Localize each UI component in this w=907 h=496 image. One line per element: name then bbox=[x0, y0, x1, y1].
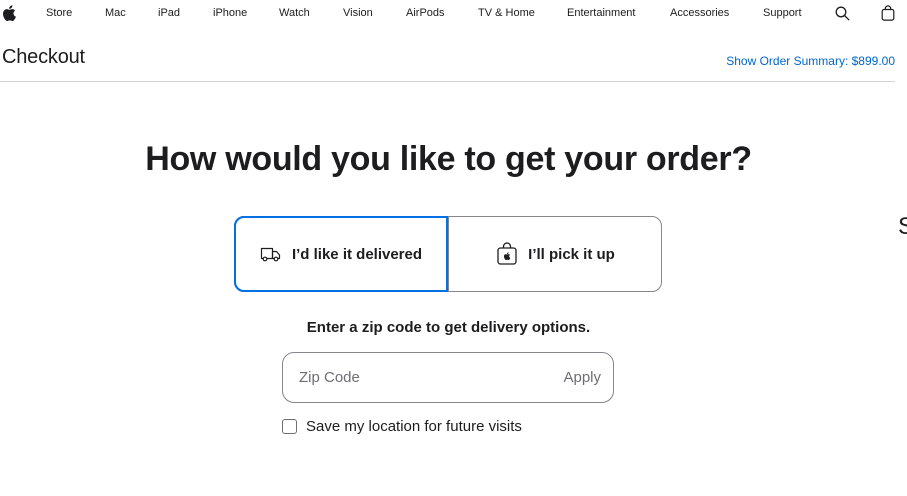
apple-logo-icon[interactable] bbox=[2, 5, 16, 21]
save-location-option[interactable]: Save my location for future visits bbox=[282, 418, 522, 435]
pickup-option[interactable]: I’ll pick it up bbox=[448, 216, 662, 292]
pickup-option-label: I’ll pick it up bbox=[528, 245, 615, 263]
nav-accessories[interactable]: Accessories bbox=[670, 7, 729, 19]
nav-vision[interactable]: Vision bbox=[343, 7, 373, 19]
shopping-bag-icon[interactable] bbox=[881, 5, 895, 21]
show-order-summary-link[interactable]: Show Order Summary: $899.00 bbox=[726, 54, 895, 68]
header-divider bbox=[0, 81, 895, 82]
page-title: Checkout bbox=[2, 46, 85, 68]
delivery-option[interactable]: I’d like it delivered bbox=[234, 216, 448, 292]
zip-code-field: Apply bbox=[282, 352, 614, 403]
fulfillment-option-group: I’d like it delivered I’ll pick it up bbox=[234, 216, 662, 292]
nav-watch[interactable]: Watch bbox=[279, 7, 310, 19]
apple-store-bag-icon bbox=[497, 242, 517, 265]
delivery-truck-icon bbox=[260, 247, 281, 262]
nav-tv-home[interactable]: TV & Home bbox=[478, 7, 535, 19]
global-nav: Store Mac iPad iPhone Watch Vision AirPo… bbox=[0, 0, 907, 28]
apply-button[interactable]: Apply bbox=[563, 369, 601, 386]
save-location-checkbox[interactable] bbox=[282, 419, 297, 434]
nav-entertainment[interactable]: Entertainment bbox=[567, 7, 635, 19]
nav-ipad[interactable]: iPad bbox=[158, 7, 180, 19]
search-icon[interactable] bbox=[835, 6, 850, 21]
nav-airpods[interactable]: AirPods bbox=[406, 7, 445, 19]
nav-iphone[interactable]: iPhone bbox=[213, 7, 247, 19]
zip-code-input[interactable] bbox=[297, 353, 527, 402]
nav-store[interactable]: Store bbox=[46, 7, 72, 19]
zip-prompt: Enter a zip code to get delivery options… bbox=[306, 319, 591, 336]
save-location-label: Save my location for future visits bbox=[306, 418, 522, 435]
clipped-edge-text: S bbox=[898, 213, 907, 240]
nav-mac[interactable]: Mac bbox=[105, 7, 126, 19]
fulfillment-heading: How would you like to get your order? bbox=[145, 140, 752, 178]
nav-support[interactable]: Support bbox=[763, 7, 802, 19]
delivery-option-label: I’d like it delivered bbox=[291, 245, 423, 263]
